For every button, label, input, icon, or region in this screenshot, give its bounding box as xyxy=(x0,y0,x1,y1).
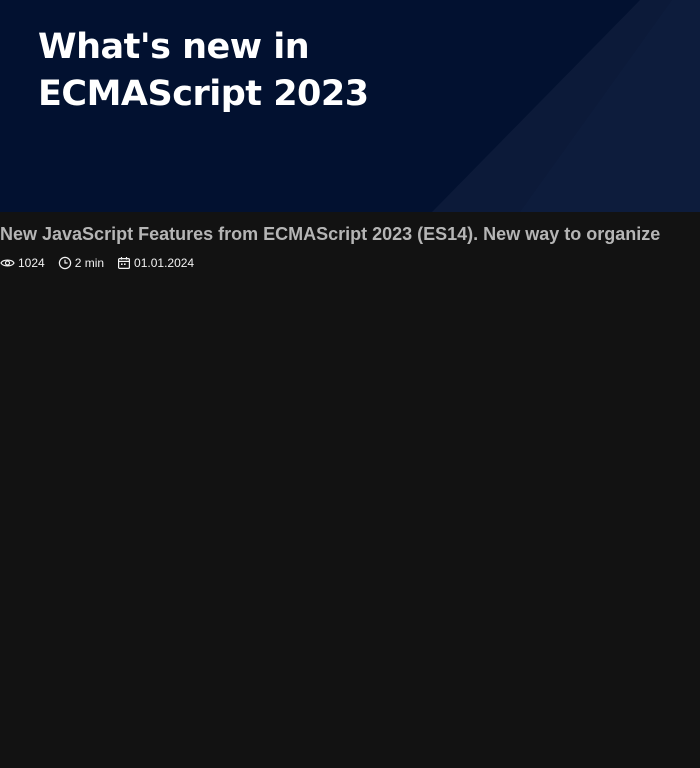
clock-icon xyxy=(58,256,71,270)
article-title-link[interactable]: New JavaScript Features from ECMAScript … xyxy=(0,222,700,246)
hero-title: What's new in ECMAScript 2023 xyxy=(38,27,369,114)
article-meta: 1024 2 min 01.01.2024 xyxy=(0,254,207,272)
read-time-value: 2 min xyxy=(74,256,105,270)
publish-date-value: 01.01.2024 xyxy=(134,256,195,270)
calendar-icon xyxy=(118,257,131,270)
views-count-value: 1024 xyxy=(18,256,45,270)
views-count: 1024 xyxy=(0,254,45,272)
article-hero-image[interactable]: What's new in ECMAScript 2023 xyxy=(0,0,700,212)
read-time: 2 min xyxy=(58,254,104,272)
publish-date: 01.01.2024 xyxy=(117,254,194,272)
article-card[interactable]: What's new in ECMAScript 2023 New JavaSc… xyxy=(0,0,700,768)
eye-icon xyxy=(0,259,15,267)
